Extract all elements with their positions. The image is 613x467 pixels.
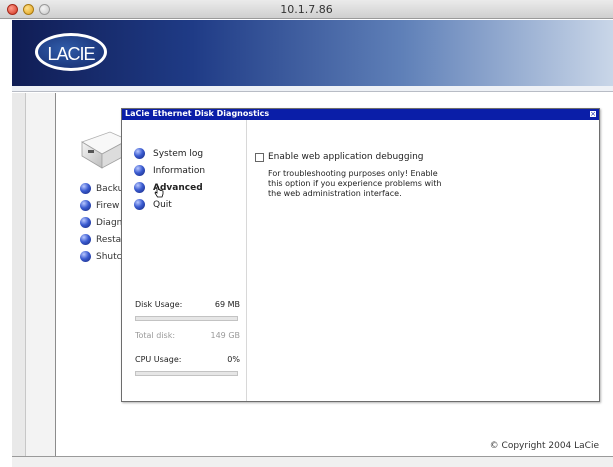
blue-ball-icon (80, 183, 91, 194)
dialog-sidebar: System log Information Advanced Quit Dis… (122, 120, 247, 401)
blue-ball-icon (134, 148, 145, 159)
blue-ball-icon (80, 234, 91, 245)
menu-item-quit[interactable]: Quit (134, 198, 234, 215)
disk-usage-label: Disk Usage: (135, 300, 183, 309)
window-title: 10.1.7.86 (280, 3, 333, 16)
menu-item-system-log[interactable]: System log (134, 147, 234, 164)
dialog-titlebar: LaCie Ethernet Disk Diagnostics × (122, 109, 599, 120)
diagnostics-menu: System log Information Advanced Quit (134, 147, 234, 215)
system-stats: Disk Usage: 69 MB Total disk: 149 GB CPU… (135, 300, 240, 386)
blue-ball-icon (80, 217, 91, 228)
debugging-description: For troubleshooting purposes only! Enabl… (268, 169, 442, 198)
diagnostics-dialog: LaCie Ethernet Disk Diagnostics × System… (121, 108, 600, 402)
menu-item-advanced[interactable]: Advanced (134, 181, 234, 198)
header-divider (12, 86, 613, 92)
blue-ball-icon (134, 165, 145, 176)
blue-ball-icon (134, 182, 145, 193)
blue-ball-icon (134, 199, 145, 210)
dialog-close-icon[interactable]: × (589, 110, 597, 118)
blue-ball-icon (80, 251, 91, 262)
menu-item-information[interactable]: Information (134, 164, 234, 181)
cpu-usage-value: 0% (227, 355, 240, 364)
cpu-usage-bar (135, 371, 238, 376)
bg-nav-label: Firew (96, 201, 120, 211)
enable-debugging-checkbox[interactable] (255, 153, 264, 162)
window-titlebar: 10.1.7.86 (0, 0, 613, 19)
dialog-title: LaCie Ethernet Disk Diagnostics (125, 109, 270, 118)
logo-text: LACIE (47, 44, 95, 64)
disk-usage-bar (135, 316, 238, 321)
cpu-usage-row: CPU Usage: 0% (135, 355, 240, 367)
enable-debugging-label[interactable]: Enable web application debugging (268, 152, 424, 162)
bg-nav-label: Backu (96, 184, 124, 194)
bg-nav-label: Resta (96, 235, 122, 245)
bg-nav-label: Diagn (96, 218, 123, 228)
cpu-usage-label: CPU Usage: (135, 355, 182, 364)
total-disk-row: Total disk: 149 GB (135, 331, 240, 343)
bg-nav-label: Shutc (96, 252, 122, 262)
menu-item-label: System log (153, 149, 204, 159)
menu-item-label: Information (153, 166, 206, 176)
disk-usage-value: 69 MB (214, 300, 240, 309)
bottom-divider (12, 456, 613, 467)
left-band (12, 93, 26, 456)
copyright-text: © Copyright 2004 LaCie (489, 441, 599, 451)
disk-usage-row: Disk Usage: 69 MB (135, 300, 240, 312)
lacie-logo: LACIE (35, 33, 107, 71)
app-header: LACIE (12, 20, 613, 86)
total-disk-value: 149 GB (210, 331, 241, 340)
total-disk-label: Total disk: (135, 331, 176, 340)
menu-item-label: Quit (153, 200, 172, 210)
blue-ball-icon (80, 200, 91, 211)
left-inner-band (26, 93, 56, 456)
hand-pointer-icon (154, 186, 164, 198)
